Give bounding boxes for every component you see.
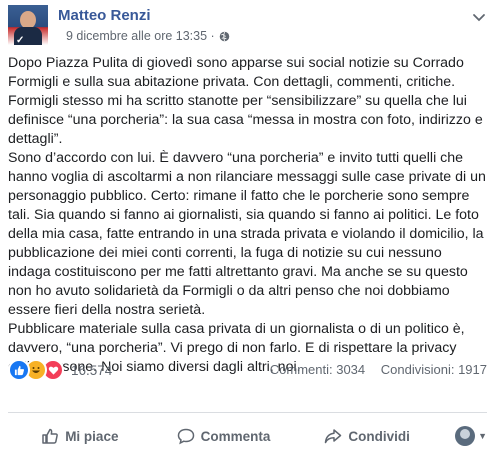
comment-icon xyxy=(177,428,194,445)
facebook-post: ✓ Matteo Renzi 9 dicembre alle ore 13:35… xyxy=(0,0,495,457)
comment-button[interactable]: Commenta xyxy=(152,427,296,445)
viewer-avatar xyxy=(455,426,476,446)
post-as-selector[interactable]: ▼ xyxy=(439,426,487,446)
avatar[interactable]: ✓ xyxy=(8,5,48,45)
avatar-badge: ✓ xyxy=(16,35,25,45)
divider xyxy=(8,412,487,413)
engagement-counts: Commenti: 3034 Condivisioni: 1917 xyxy=(258,362,487,377)
like-button[interactable]: Mi piace xyxy=(8,427,152,445)
share-arrow-icon xyxy=(325,429,342,444)
post-timestamp[interactable]: 9 dicembre alle ore 13:35 · xyxy=(66,29,215,43)
post-paragraph: Sono d’accordo con lui. È davvero “una p… xyxy=(8,150,486,318)
like-reaction-icon xyxy=(8,359,30,381)
post-header: ✓ Matteo Renzi 9 dicembre alle ore 13:35… xyxy=(8,3,487,47)
post-body: Dopo Piazza Pulita di giovedì sono appar… xyxy=(8,54,487,377)
post-meta: 9 dicembre alle ore 13:35 · xyxy=(66,29,230,43)
like-label: Mi piace xyxy=(65,428,119,444)
post-stats: 16.574 Commenti: 3034 Condivisioni: 1917 xyxy=(8,357,487,381)
reaction-count: 16.574 xyxy=(71,362,113,378)
comments-count[interactable]: Commenti: 3034 xyxy=(270,362,365,377)
share-label: Condividi xyxy=(348,428,410,444)
caret-down-icon: ▼ xyxy=(478,431,488,441)
chevron-down-icon[interactable] xyxy=(471,9,487,25)
reactions-summary[interactable]: 16.574 xyxy=(8,359,112,381)
shares-count[interactable]: Condivisioni: 1917 xyxy=(381,362,487,377)
author-name[interactable]: Matteo Renzi xyxy=(58,7,151,24)
action-bar: Mi piace Commenta Condividi ▼ xyxy=(8,416,487,456)
comment-label: Commenta xyxy=(200,428,271,444)
share-button[interactable]: Condividi xyxy=(295,427,439,445)
thumbs-up-icon xyxy=(42,428,59,444)
post-paragraph: Dopo Piazza Pulita di giovedì sono appar… xyxy=(8,55,483,147)
globe-icon xyxy=(219,31,229,41)
